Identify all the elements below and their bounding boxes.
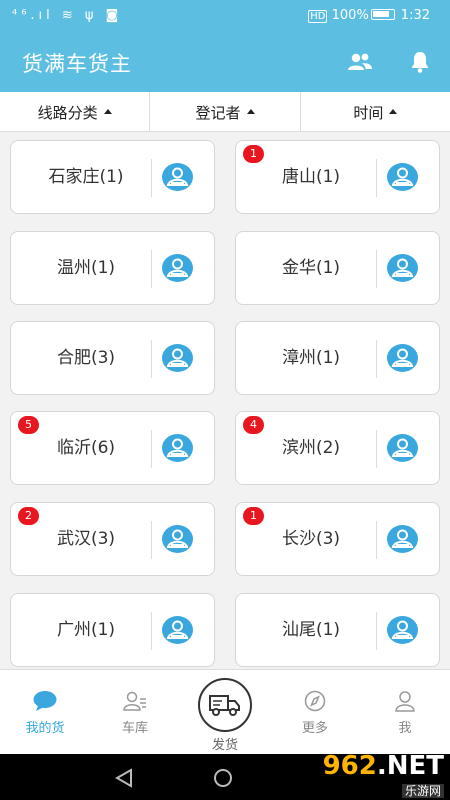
route-card[interactable]: 2 武汉(3) xyxy=(10,502,215,576)
route-name: 金华(1) xyxy=(281,258,341,278)
card-divider xyxy=(376,521,377,559)
nav-my-cargo[interactable]: 我的货 xyxy=(0,670,90,755)
driver-icon[interactable] xyxy=(387,616,418,644)
driver-icon[interactable] xyxy=(162,525,193,553)
card-divider xyxy=(376,612,377,650)
driver-icon[interactable] xyxy=(387,254,418,282)
watermark-logo: 962.NET 乐游网 xyxy=(323,752,444,799)
hd-indicator: HD xyxy=(308,10,328,23)
watermark-num: 962 xyxy=(322,751,377,781)
card-divider xyxy=(151,430,152,468)
route-name: 漳州(1) xyxy=(281,348,341,368)
driver-icon[interactable] xyxy=(387,434,418,462)
card-divider xyxy=(151,159,152,197)
route-card[interactable]: 温州(1) xyxy=(10,231,215,305)
nav-label: 我 xyxy=(398,721,412,736)
card-divider xyxy=(376,340,377,378)
route-card[interactable]: 1 长沙(3) xyxy=(235,502,440,576)
nav-label: 发货 xyxy=(211,738,238,753)
filter-label: 线路分类 xyxy=(37,103,98,122)
route-name: 合肥(3) xyxy=(56,348,116,368)
nav-label: 车库 xyxy=(121,721,148,736)
ship-button-circle xyxy=(198,678,252,732)
route-card[interactable]: 4 滨州(2) xyxy=(235,411,440,485)
contacts-button[interactable] xyxy=(346,48,374,76)
card-divider xyxy=(151,521,152,559)
route-name: 长沙(3) xyxy=(281,529,341,549)
bottom-nav: 我的货 车库 发货 更多 我 xyxy=(0,669,450,754)
nav-more[interactable]: 更多 xyxy=(270,670,360,755)
route-card[interactable]: 1 唐山(1) xyxy=(235,140,440,214)
filter-time[interactable]: 时间 xyxy=(301,92,450,132)
bell-icon xyxy=(411,52,429,73)
driver-icon[interactable] xyxy=(387,163,418,191)
route-name: 石家庄(1) xyxy=(48,167,124,187)
watermark-brand: 962.NET xyxy=(323,752,444,780)
nav-garage[interactable]: 车库 xyxy=(90,670,180,755)
group-users-icon xyxy=(348,53,372,70)
app-bar: 货满车货主 xyxy=(0,32,450,92)
card-divider xyxy=(151,612,152,650)
route-card[interactable]: 金华(1) xyxy=(235,231,440,305)
driver-icon[interactable] xyxy=(162,163,193,191)
route-card[interactable]: 5 临沂(6) xyxy=(10,411,215,485)
nav-label: 我的货 xyxy=(25,721,65,736)
route-name: 唐山(1) xyxy=(281,167,341,187)
driver-icon[interactable] xyxy=(162,344,193,372)
route-name: 武汉(3) xyxy=(56,529,116,549)
route-name: 临沂(6) xyxy=(56,438,116,458)
watermark-sub: 乐游网 xyxy=(401,784,444,798)
driver-icon[interactable] xyxy=(162,254,193,282)
garage-user-icon xyxy=(123,691,146,711)
nav-me[interactable]: 我 xyxy=(360,670,450,755)
app-title: 货满车货主 xyxy=(22,52,132,76)
nav-ship-goods[interactable]: 发货 xyxy=(196,672,254,754)
route-card[interactable]: 合肥(3) xyxy=(10,321,215,395)
driver-icon[interactable] xyxy=(162,616,193,644)
card-divider xyxy=(376,430,377,468)
filter-route-category[interactable]: 线路分类 xyxy=(0,92,151,132)
chat-bubble-icon xyxy=(33,691,57,711)
route-card[interactable]: 汕尾(1) xyxy=(235,593,440,667)
route-name: 滨州(2) xyxy=(281,438,341,458)
battery-percent: 100% xyxy=(331,8,369,23)
clock: 1:32 xyxy=(400,8,430,23)
route-name: 广州(1) xyxy=(56,620,116,640)
driver-icon[interactable] xyxy=(387,525,418,553)
notifications-button[interactable] xyxy=(406,48,434,76)
card-divider xyxy=(151,250,152,288)
status-right: HD 100% 1:32 xyxy=(308,8,430,23)
route-card[interactable]: 漳州(1) xyxy=(235,321,440,395)
truck-icon xyxy=(209,695,240,716)
battery-icon xyxy=(370,9,395,20)
driver-icon[interactable] xyxy=(387,344,418,372)
filter-label: 登记者 xyxy=(195,103,241,122)
home-icon[interactable] xyxy=(214,769,232,787)
person-icon xyxy=(395,691,415,712)
compass-icon xyxy=(304,690,326,712)
status-indicators: ⁴⁶.ıl ≋ ψ ◙ xyxy=(12,8,123,23)
route-card[interactable]: 广州(1) xyxy=(10,593,215,667)
card-divider xyxy=(376,159,377,197)
sort-up-icon xyxy=(246,108,255,114)
sort-up-icon xyxy=(103,108,112,114)
route-card[interactable]: 石家庄(1) xyxy=(10,140,215,214)
sort-up-icon xyxy=(389,108,398,114)
route-name: 温州(1) xyxy=(56,258,116,278)
nav-label: 更多 xyxy=(301,721,328,736)
filter-bar: 线路分类 登记者 时间 xyxy=(0,92,450,132)
driver-icon[interactable] xyxy=(162,434,193,462)
filter-label: 时间 xyxy=(353,103,384,122)
card-divider xyxy=(151,340,152,378)
card-divider xyxy=(376,250,377,288)
route-name: 汕尾(1) xyxy=(281,620,341,640)
status-bar: ⁴⁶.ıl ≋ ψ ◙ HD 100% 1:32 xyxy=(0,0,450,32)
watermark-net: .NET xyxy=(376,751,444,781)
filter-registrant[interactable]: 登记者 xyxy=(150,92,301,132)
back-icon[interactable] xyxy=(115,768,133,788)
